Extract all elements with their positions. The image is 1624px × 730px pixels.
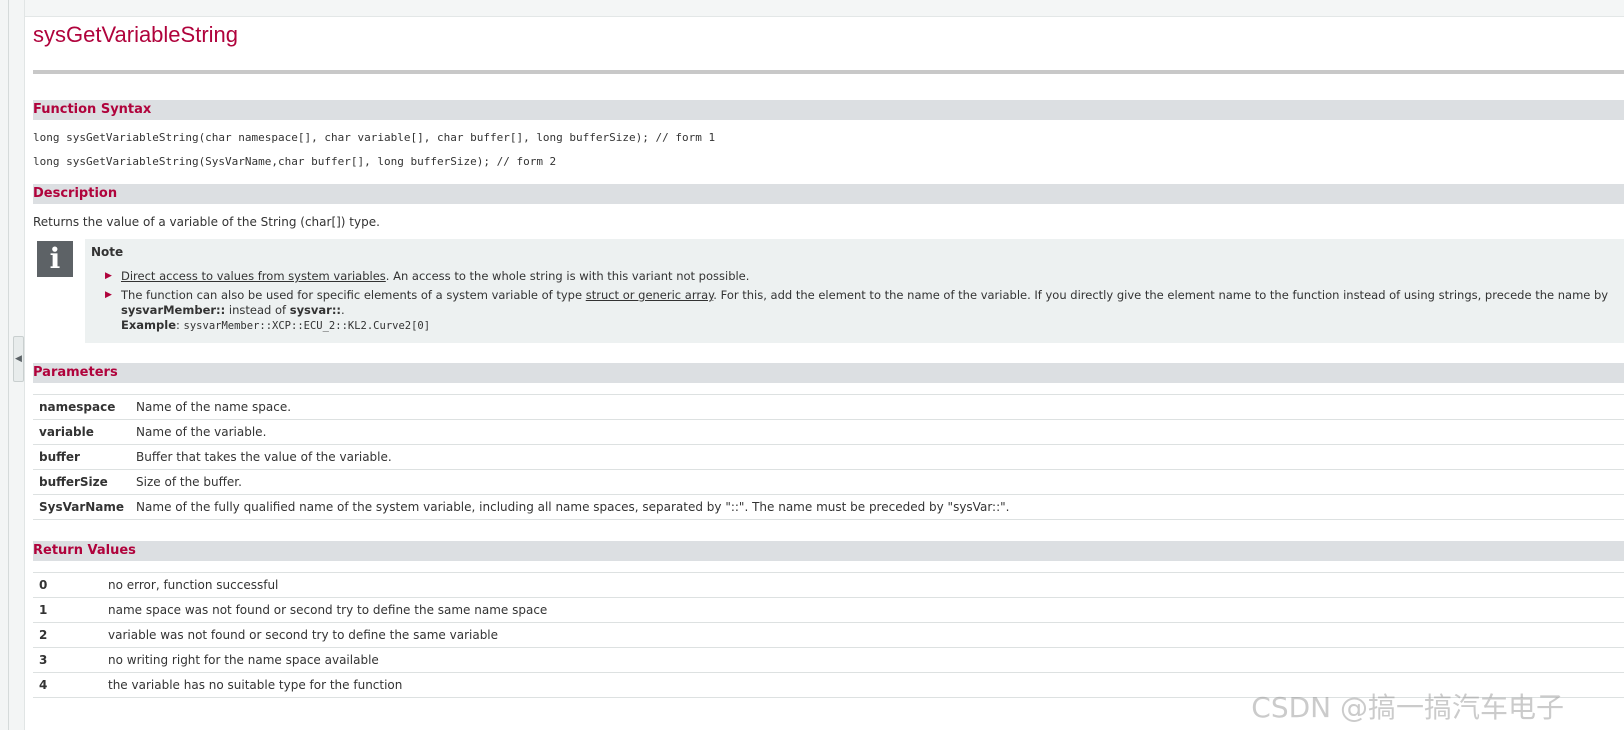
note-keyword: sysvar:: — [289, 303, 342, 317]
example-separator: : — [176, 318, 184, 332]
info-icon: i — [37, 241, 73, 277]
section-heading-return-values: Return Values — [33, 541, 1624, 561]
parameters-table: namespace Name of the name space. variable… — [33, 394, 1624, 520]
syntax-line: long sysGetVariableString(char namespace… — [33, 131, 716, 144]
row-key: 0 — [33, 572, 102, 598]
row-key: 1 — [33, 597, 102, 623]
row-description: variable was not found or second try to … — [102, 622, 1624, 648]
example-label: Example — [121, 318, 176, 332]
note-keyword: sysvarMember:: — [121, 303, 226, 317]
row-key: 2 — [33, 622, 102, 648]
row-description: name space was not found or second try t… — [102, 597, 1624, 623]
row-key: 3 — [33, 647, 102, 673]
row-description: Name of the variable. — [130, 419, 1624, 445]
row-description: no writing right for the name space avai… — [102, 647, 1624, 673]
section-heading-syntax: Function Syntax — [33, 100, 1624, 120]
row-key: buffer — [33, 444, 131, 470]
note-text: The function can also be used for specif… — [121, 288, 586, 302]
example-code: sysvarMember::XCP::ECU_2::KL2.Curve2[0] — [183, 320, 431, 332]
note-text: . An access to the whole string is with … — [385, 269, 750, 283]
top-strip — [25, 0, 1624, 17]
row-description: no error, function successful — [102, 572, 1624, 598]
row-description: Name of the name space. — [130, 394, 1624, 420]
note-item: ▶ The function can also be used for spec… — [91, 288, 1614, 334]
row-description: Name of the fully qualified name of the … — [130, 494, 1624, 520]
rail-divider — [8, 0, 9, 730]
row-key: bufferSize — [33, 469, 131, 495]
chevron-left-icon: ◀ — [15, 354, 22, 364]
note-title: Note — [91, 245, 124, 259]
triangle-bullet-icon: ▶ — [105, 271, 112, 281]
note-text: . — [341, 303, 345, 317]
note-text: instead of — [225, 303, 290, 317]
row-description: Buffer that takes the value of the varia… — [130, 444, 1624, 470]
rail-divider — [24, 0, 25, 730]
table-row: 1 name space was not found or second try … — [33, 597, 1624, 623]
row-key: namespace — [33, 394, 131, 420]
table-row: 0 no error, function successful — [33, 572, 1624, 598]
system-variables-link[interactable]: Direct access to values from system vari… — [121, 269, 386, 283]
note-block: i Note ▶ Direct access to values from sy… — [33, 239, 1624, 343]
row-key: SysVarName — [33, 494, 131, 520]
section-heading-description: Description — [33, 184, 1624, 204]
row-key: variable — [33, 419, 131, 445]
triangle-bullet-icon: ▶ — [105, 290, 112, 300]
row-description: Size of the buffer. — [130, 469, 1624, 495]
watermark-text: CSDN @搞一搞汽车电子 — [1251, 691, 1564, 724]
table-row: 2 variable was not found or second try to… — [33, 622, 1624, 648]
collapse-sidebar-button[interactable]: ◀ — [13, 336, 24, 382]
struct-generic-array-link[interactable]: struct or generic array — [586, 288, 714, 302]
row-key: 4 — [33, 672, 102, 698]
table-row: variable Name of the variable. — [33, 419, 1624, 445]
table-row: namespace Name of the name space. — [33, 394, 1624, 420]
description-text: Returns the value of a variable of the S… — [33, 215, 380, 229]
page-title: sysGetVariableString — [33, 22, 239, 47]
table-row: bufferSize Size of the buffer. — [33, 469, 1624, 495]
note-box: Note ▶ Direct access to values from syst… — [85, 239, 1624, 343]
return-values-table: 0 no error, function successful 1 name spac… — [33, 572, 1624, 698]
help-content: sysGetVariableString Function Syntax lon… — [33, 16, 1624, 698]
note-list: ▶ Direct access to values from system va… — [91, 269, 1614, 338]
section-heading-parameters: Parameters — [33, 363, 1624, 383]
table-row: 3 no writing right for the name space ava… — [33, 647, 1624, 673]
table-row: SysVarName Name of the fully qualified na… — [33, 494, 1624, 520]
syntax-line: long sysGetVariableString(SysVarName,cha… — [33, 155, 557, 168]
note-item: ▶ Direct access to values from system va… — [91, 269, 1614, 284]
note-text: . For this, add the element to the name … — [713, 288, 1609, 302]
table-row: buffer Buffer that takes the value of the… — [33, 444, 1624, 470]
